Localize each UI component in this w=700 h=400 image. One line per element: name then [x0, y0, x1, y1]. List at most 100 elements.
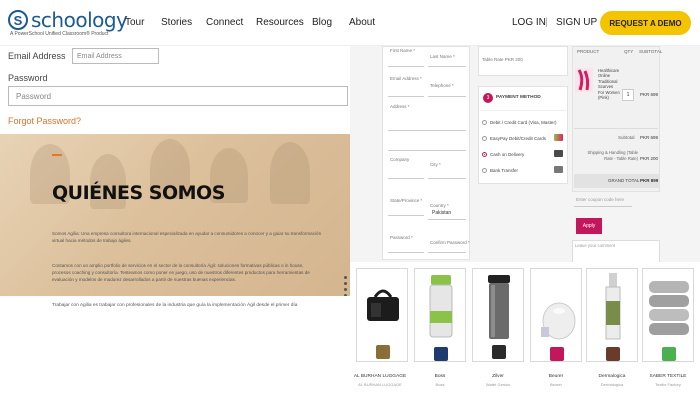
product-brand: Dermalogica	[600, 382, 624, 387]
nav-about[interactable]: About	[349, 17, 375, 28]
scarf-product-image[interactable]	[575, 68, 593, 92]
schoology-logo[interactable]: S schoology	[8, 8, 128, 32]
about-paragraph-2: Contamos con un amplio portfolio de serv…	[52, 263, 310, 282]
city-field[interactable]	[428, 178, 466, 179]
state-select[interactable]	[388, 215, 424, 216]
about-footer	[0, 296, 350, 400]
coupon-input[interactable]: Enter coupon code here	[576, 197, 624, 202]
signup-link[interactable]: SIGN UP	[556, 17, 597, 28]
checkout-password-field[interactable]	[388, 252, 424, 253]
payment-radio-card[interactable]	[482, 120, 487, 125]
brand-logo	[434, 347, 448, 361]
product-card[interactable]	[530, 268, 582, 362]
nav-connect[interactable]: Connect	[206, 17, 243, 28]
payment-radio-cod[interactable]	[482, 152, 487, 157]
product-brand: Beurer	[549, 382, 562, 387]
nav-separator: |	[545, 17, 548, 28]
address-field-2[interactable]	[388, 150, 466, 151]
bank-icon	[554, 166, 563, 173]
slider-dot[interactable]	[344, 276, 347, 279]
payment-option-card[interactable]: Debit / Credit Card (Visa, Master)	[490, 120, 556, 125]
payment-option-cod[interactable]: Cash on Delivery	[490, 152, 524, 157]
logo-wordmark: schoology	[31, 8, 128, 32]
slider-dot[interactable]	[344, 288, 347, 291]
site-header: S schoology A PowerSchool Unified Classr…	[0, 0, 700, 46]
product-card[interactable]	[472, 268, 524, 362]
product-name[interactable]: Boss	[410, 374, 470, 379]
address-label: Address *	[390, 104, 410, 109]
product-brand: Boss	[435, 382, 445, 387]
nav-resources[interactable]: Resources	[256, 17, 304, 28]
about-paragraph-1: Somos Agilia: Una empresa consultora int…	[52, 231, 322, 243]
col-product: PRODUCT	[577, 49, 600, 54]
state-label: State/Province *	[390, 198, 423, 203]
payment-radio-easypay[interactable]	[482, 136, 487, 141]
item-name[interactable]: Healthicare Online Traditional Scarves F…	[598, 68, 620, 100]
product-card[interactable]	[586, 268, 638, 362]
brand-logo	[662, 347, 676, 361]
product-name[interactable]: AL BURHAN LUGGAGE	[350, 374, 410, 379]
col-subtotal: SUBTOTAL	[639, 49, 663, 54]
grand-total-value: PKR 899	[640, 178, 659, 183]
forgot-password-link[interactable]: Forgot Password?	[8, 116, 81, 126]
telephone-field[interactable]	[428, 96, 466, 97]
nav-stories[interactable]: Stories	[161, 17, 192, 28]
product-name[interactable]: SABER TEXTILE	[638, 374, 698, 379]
background-person	[270, 142, 310, 204]
towels-icon	[649, 281, 689, 335]
payment-option-easypay[interactable]: EasyPay Debit/Credit Cards	[490, 136, 546, 141]
company-label: Company	[390, 157, 410, 162]
cash-icon	[554, 150, 563, 157]
country-value[interactable]: Pakistan	[432, 210, 451, 216]
country-select[interactable]	[428, 219, 466, 220]
confirm-password-field[interactable]	[428, 252, 466, 253]
email-label: Email Address	[8, 51, 66, 61]
slider-dot[interactable]	[344, 282, 347, 285]
diffuser-icon	[541, 302, 576, 340]
easypay-icon	[554, 134, 563, 141]
col-qty: QTY	[624, 49, 634, 54]
brand-logo	[376, 345, 390, 359]
item-price: PKR 699	[640, 92, 659, 97]
serum-bottle-icon	[605, 273, 621, 340]
payment-radio-bank[interactable]	[482, 168, 487, 173]
tumbler-icon	[488, 275, 510, 339]
payment-method-title: PAYMENT METHOD	[496, 95, 541, 100]
apply-coupon-button[interactable]: Apply	[576, 218, 602, 234]
nav-tour[interactable]: Tour	[125, 17, 144, 28]
country-label: Country *	[430, 203, 449, 208]
payment-step-badge: 3	[483, 93, 493, 103]
product-card[interactable]	[414, 268, 466, 362]
product-brand: Textile Factory	[655, 382, 681, 387]
address-field[interactable]	[388, 130, 466, 131]
nav-blog[interactable]: Blog	[312, 17, 332, 28]
company-field[interactable]	[388, 178, 424, 179]
last-name-field[interactable]	[428, 66, 466, 67]
product-name[interactable]: Dermalogica	[582, 374, 642, 379]
password-field[interactable]: Password	[8, 86, 348, 106]
table-rate-option[interactable]: Table Rate PKR 200	[482, 57, 523, 62]
subtotal-label: Subtotal	[618, 135, 635, 140]
about-paragraph-3: Trabajar con Agilia es trabajar con prof…	[52, 303, 298, 308]
qty-stepper[interactable]: 1	[622, 89, 634, 101]
about-title: QUIÉNES SOMOS	[52, 182, 225, 204]
payment-option-bank[interactable]: Bank Transfer	[490, 168, 518, 173]
login-link[interactable]: LOG IN	[512, 17, 546, 28]
brand-logo	[492, 345, 506, 359]
checkout-email-field[interactable]	[388, 96, 424, 97]
shipping-value: PKR 200	[640, 156, 659, 161]
product-name[interactable]: Beurer	[526, 374, 586, 379]
email-label: Email Address *	[390, 76, 422, 81]
water-bottle-icon	[429, 275, 453, 338]
product-name[interactable]: Zilver	[468, 374, 528, 379]
request-demo-button[interactable]: REQUEST A DEMO	[600, 11, 691, 35]
email-field[interactable]: Email Address	[72, 48, 159, 64]
first-name-field[interactable]	[388, 66, 424, 67]
product-card[interactable]	[356, 268, 408, 362]
logo-mark-icon: S	[8, 10, 28, 30]
title-accent-bar	[52, 154, 62, 156]
product-card[interactable]	[642, 268, 694, 362]
brand-logo	[550, 347, 564, 361]
subtotal-value: PKR 699	[640, 135, 659, 140]
product-brand: AL BURHAN LUGGAGE	[358, 382, 402, 387]
